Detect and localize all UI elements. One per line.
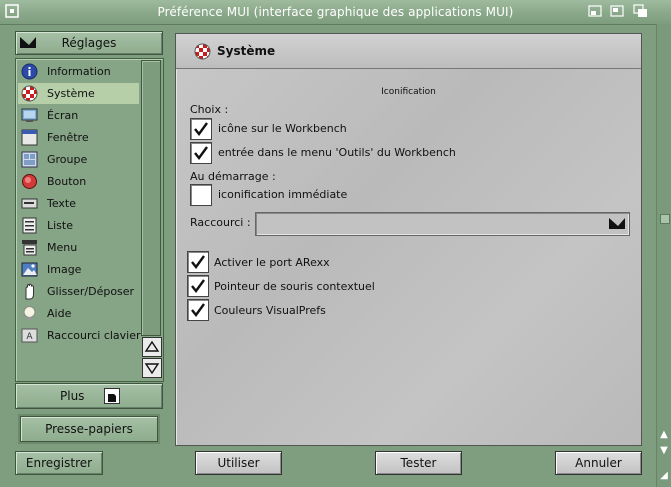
resize-icon[interactable]: ◢ (658, 470, 670, 482)
test-button[interactable]: Tester (375, 451, 462, 475)
list-scroll-up-icon[interactable] (142, 337, 162, 357)
sidebar-item-bouton[interactable]: Bouton (18, 171, 139, 192)
sidebar-item-fenetre[interactable]: Fenêtre (18, 127, 139, 148)
panel-header: Système (176, 34, 641, 69)
window-scrollbar[interactable]: ▲ ▼ ◢ (656, 24, 671, 487)
clipboard-button[interactable]: Presse-papiers (20, 416, 158, 442)
settings-list[interactable]: Information Système Écran Fenêtre Groupe… (17, 60, 141, 380)
workbench-icon-label: icône sur le Workbench (218, 122, 347, 135)
sidebar-item-information[interactable]: Information (18, 61, 139, 82)
panel-title: Système (217, 44, 276, 58)
keyboard-shortcut-icon: A (21, 327, 38, 344)
immediate-iconify-label: iconification immédiate (218, 188, 348, 201)
arexx-checkbox[interactable] (187, 251, 209, 273)
amiga-ball-icon (194, 43, 211, 63)
more-label: Plus (60, 389, 85, 403)
text-icon (21, 195, 38, 212)
window-title: Préférence MUI (interface graphique des … (157, 5, 514, 19)
sidebar-item-systeme[interactable]: Système (18, 83, 139, 104)
mui-prefs-window: Préférence MUI (interface graphique des … (0, 0, 671, 487)
tools-menu-checkbox[interactable] (190, 142, 212, 164)
list-scroll-down-icon[interactable] (142, 358, 162, 378)
sidebar-item-image[interactable]: Image (18, 259, 139, 280)
visualprefs-label: Couleurs VisualPrefs (214, 304, 326, 317)
sidebar-item-glisser-deposer[interactable]: Glisser/Déposer (18, 281, 139, 302)
title-bar[interactable]: Préférence MUI (interface graphique des … (0, 0, 671, 25)
settings-list-frame: Information Système Écran Fenêtre Groupe… (15, 58, 164, 382)
info-icon (21, 63, 38, 80)
save-button[interactable]: Enregistrer (15, 451, 103, 475)
settings-header-button[interactable]: Réglages (15, 31, 163, 55)
drag-drop-icon (21, 283, 38, 300)
choices-label: Choix : (190, 103, 229, 116)
more-button[interactable]: Plus (15, 383, 163, 409)
startup-label: Au démarrage : (190, 170, 276, 183)
immediate-iconify-checkbox[interactable] (190, 184, 212, 206)
use-button[interactable]: Utiliser (195, 451, 282, 475)
svg-text:A: A (26, 332, 33, 342)
window-icon (21, 129, 38, 146)
shortcut-label: Raccourci : (190, 216, 251, 229)
shortcut-popup-icon[interactable] (608, 216, 626, 234)
scroll-down-arrow-icon[interactable]: ▼ (658, 445, 670, 457)
sidebar-item-ecran[interactable]: Écran (18, 105, 139, 126)
cancel-button[interactable]: Annuler (555, 451, 642, 475)
group-icon (21, 151, 38, 168)
context-pointer-label: Pointeur de souris contextuel (214, 280, 375, 293)
visualprefs-checkbox[interactable] (187, 299, 209, 321)
list-icon (21, 217, 38, 234)
sidebar-item-menu[interactable]: Menu (18, 237, 139, 258)
scrollbar-knob[interactable] (660, 214, 670, 224)
image-icon (21, 261, 38, 278)
system-settings-panel: Système Iconification Choix : icône sur … (175, 33, 642, 446)
context-pointer-checkbox[interactable] (187, 275, 209, 297)
shortcut-field[interactable] (255, 212, 630, 236)
iconification-group-title: Iconification (381, 87, 436, 97)
scroll-up-arrow-icon[interactable]: ▲ (658, 429, 670, 441)
workbench-icon-checkbox[interactable] (190, 118, 212, 140)
sidebar-item-liste[interactable]: Liste (18, 215, 139, 236)
sidebar-item-groupe[interactable]: Groupe (18, 149, 139, 170)
amiga-ball-icon (21, 85, 38, 102)
settings-header-label: Réglages (61, 36, 117, 50)
tools-menu-label: entrée dans le menu 'Outils' du Workbenc… (218, 146, 456, 159)
sidebar-item-raccourci-clavier[interactable]: A Raccourci clavier (18, 325, 141, 346)
more-popup-icon (104, 388, 120, 404)
popup-arrow-icon (19, 35, 37, 57)
screen-icon (21, 107, 38, 124)
menu-icon (21, 239, 38, 256)
help-bulb-icon (21, 305, 38, 322)
iconify-icon[interactable] (586, 3, 604, 19)
zoom-icon[interactable] (608, 3, 626, 19)
sidebar-item-texte[interactable]: Texte (18, 193, 139, 214)
depth-icon[interactable] (632, 3, 650, 19)
arexx-label: Activer le port ARexx (214, 256, 330, 269)
list-scrollbar[interactable] (141, 60, 161, 336)
button-icon (21, 173, 38, 190)
sidebar-item-aide[interactable]: Aide (18, 303, 139, 324)
